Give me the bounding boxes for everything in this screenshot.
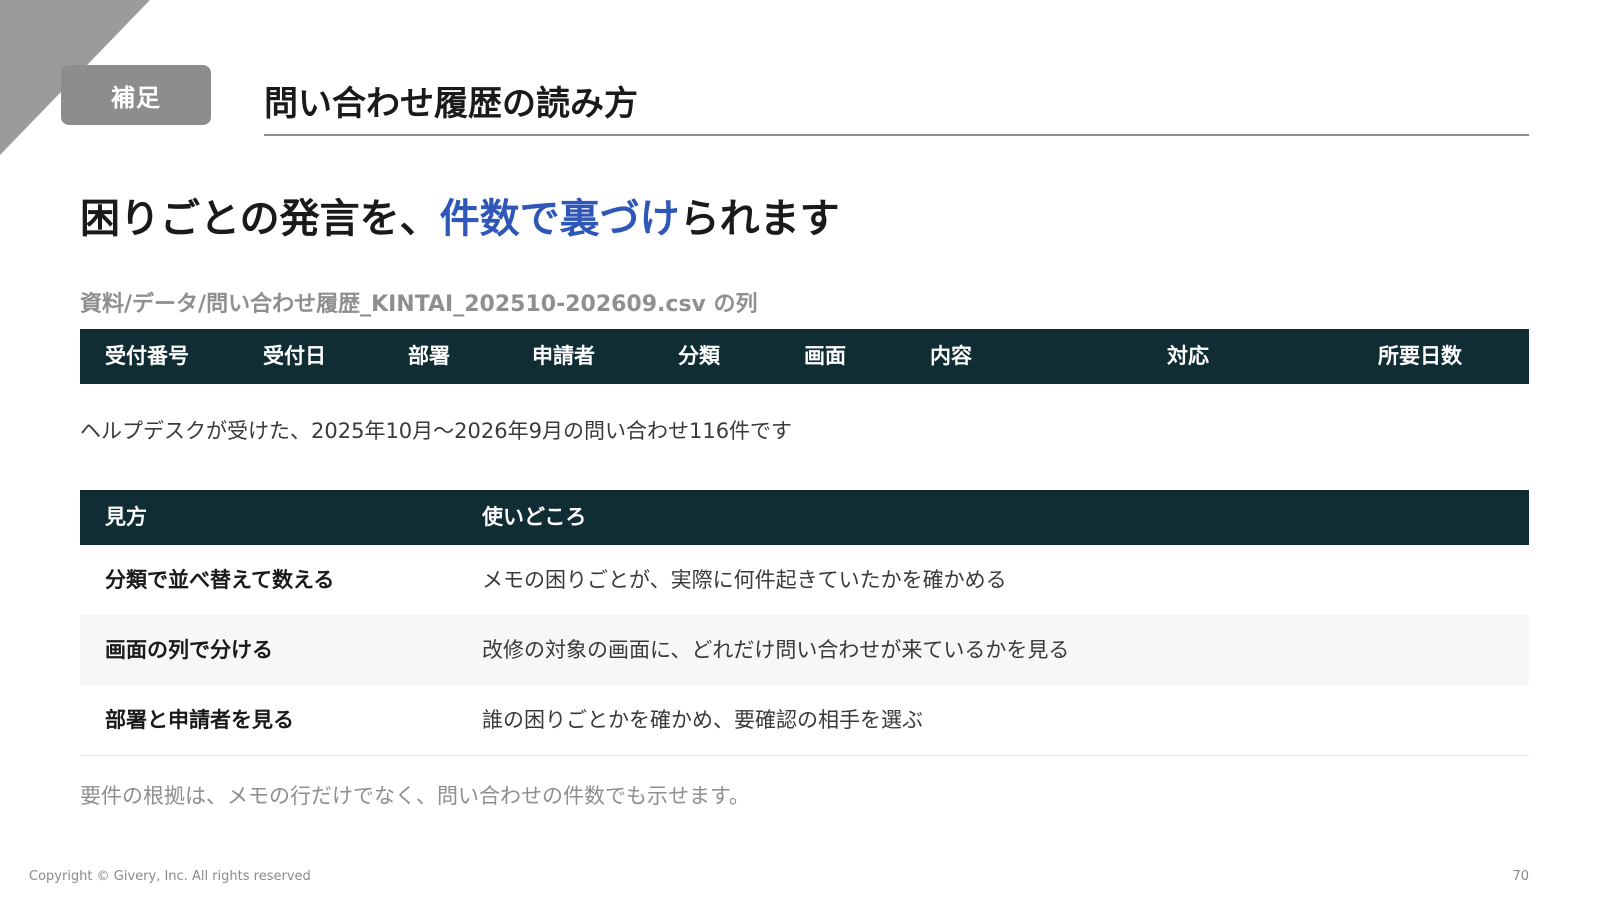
row-method: 部署と申請者を見る: [105, 708, 294, 732]
headline-before: 困りごとの発言を、: [80, 196, 440, 242]
csv-column: 部署: [408, 344, 450, 368]
table-row: 部署と申請者を見る 誰の困りごとかを確かめ、要確認の相手を選ぶ: [80, 685, 1529, 756]
copyright: Copyright © Givery, Inc. All rights rese…: [29, 869, 311, 884]
row-usage: 改修の対象の画面に、どれだけ問い合わせが来ているかを見る: [482, 638, 1070, 662]
csv-column: 内容: [930, 344, 972, 368]
row-usage: 誰の困りごとかを確かめ、要確認の相手を選ぶ: [482, 708, 923, 732]
dataset-description: ヘルプデスクが受けた、2025年10月〜2026年9月の問い合わせ116件です: [80, 419, 793, 443]
source-file-label: 資料/データ/問い合わせ履歴_KINTAI_202510-202609.csv …: [80, 292, 758, 317]
csv-column-bar: 受付番号 受付日 部署 申請者 分類 画面 内容 対応 所要日数: [80, 329, 1529, 384]
headline: 困りごとの発言を、件数で裏づけられます: [80, 186, 840, 244]
csv-column: 画面: [804, 344, 846, 368]
csv-column: 申請者: [532, 344, 595, 368]
table-header-cell: 見方: [105, 505, 147, 529]
csv-column: 受付番号: [105, 344, 189, 368]
csv-column: 受付日: [263, 344, 326, 368]
csv-column: 所要日数: [1378, 344, 1462, 368]
page-number: 70: [1512, 869, 1529, 884]
table-header-cell: 使いどころ: [482, 505, 587, 529]
csv-column: 分類: [678, 344, 720, 368]
row-method: 画面の列で分ける: [105, 638, 273, 662]
row-method: 分類で並べ替えて数える: [105, 568, 335, 592]
table-header: 見方 使いどころ: [80, 490, 1529, 545]
page-title: 問い合わせ履歴の読み方: [264, 84, 638, 124]
table-row: 分類で並べ替えて数える メモの困りごとが、実際に何件起きていたかを確かめる: [80, 545, 1529, 615]
title-divider: [264, 134, 1529, 136]
headline-accent: 件数で裏づけ: [439, 196, 680, 242]
csv-column: 対応: [1167, 344, 1209, 368]
headline-after: られます: [679, 196, 840, 242]
section-badge: 補足: [61, 65, 211, 125]
usage-table: 見方 使いどころ 分類で並べ替えて数える メモの困りごとが、実際に何件起きていた…: [80, 490, 1529, 756]
footnote: 要件の根拠は、メモの行だけでなく、問い合わせの件数でも示せます。: [80, 784, 750, 808]
table-row: 画面の列で分ける 改修の対象の画面に、どれだけ問い合わせが来ているかを見る: [80, 615, 1529, 685]
row-usage: メモの困りごとが、実際に何件起きていたかを確かめる: [482, 568, 1007, 592]
